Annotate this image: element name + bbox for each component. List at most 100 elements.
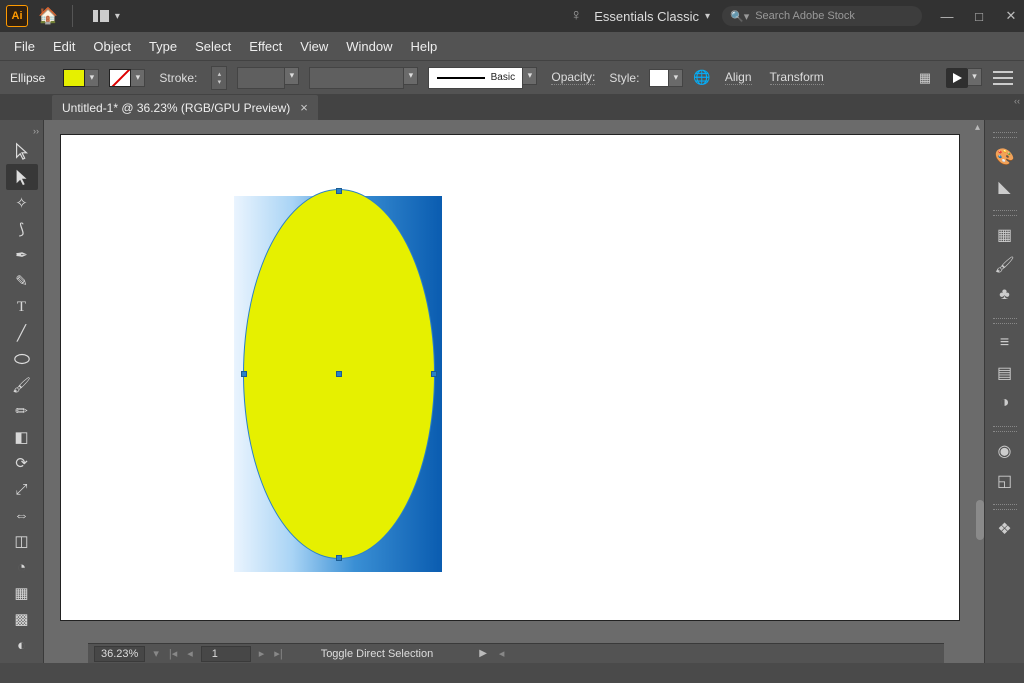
panel-grip[interactable] bbox=[993, 210, 1017, 216]
gradient-tool[interactable]: ◐ bbox=[6, 632, 38, 658]
brush-line-icon bbox=[437, 77, 485, 79]
lasso-tool[interactable]: ⟆ bbox=[6, 216, 38, 242]
brush-definition[interactable]: Basic ▾ bbox=[428, 67, 537, 89]
align-link[interactable]: Align bbox=[725, 70, 752, 85]
menu-edit[interactable]: Edit bbox=[53, 39, 75, 54]
arrange-documents-button[interactable]: ▾ bbox=[87, 8, 126, 24]
menu-window[interactable]: Window bbox=[346, 39, 392, 54]
paintbrush-tool[interactable]: 🖌 bbox=[6, 372, 38, 398]
pen-tool[interactable]: ✒ bbox=[6, 242, 38, 268]
menu-select[interactable]: Select bbox=[195, 39, 231, 54]
document-tab-bar: Untitled-1* @ 36.23% (RGB/GPU Preview) × bbox=[0, 94, 1024, 120]
menu-view[interactable]: View bbox=[300, 39, 328, 54]
chevron-down-icon: ▾ bbox=[131, 69, 145, 87]
anchor-center[interactable] bbox=[336, 371, 342, 377]
swatches-panel-icon[interactable]: ▦ bbox=[991, 222, 1019, 248]
panel-grip[interactable] bbox=[993, 132, 1017, 138]
type-tool[interactable]: T bbox=[6, 294, 38, 320]
document-tab[interactable]: Untitled-1* @ 36.23% (RGB/GPU Preview) × bbox=[52, 95, 318, 120]
app-titlebar: Ai 🏠 ▾ ♀ Essentials Classic ▾ 🔍▾ Search … bbox=[0, 0, 1024, 32]
rectangle-tool[interactable] bbox=[6, 346, 38, 372]
menu-object[interactable]: Object bbox=[93, 39, 131, 54]
window-close-button[interactable]: ✕ bbox=[1004, 9, 1018, 23]
fill-color-control[interactable]: ▾ bbox=[63, 69, 99, 87]
magic-wand-tool[interactable]: ✧ bbox=[6, 190, 38, 216]
anchor-right[interactable] bbox=[431, 371, 437, 377]
anchor-left[interactable] bbox=[241, 371, 247, 377]
eraser-tool[interactable]: ◧ bbox=[6, 424, 38, 450]
symbols-panel-icon[interactable]: ♣ bbox=[991, 282, 1019, 308]
graphic-style-control[interactable]: ▾ bbox=[649, 69, 683, 87]
zoom-dropdown-icon[interactable]: ▾ bbox=[151, 647, 161, 660]
panel-grip[interactable] bbox=[993, 318, 1017, 324]
appearance-panel-icon[interactable]: ◉ bbox=[991, 438, 1019, 464]
graphic-styles-panel-icon[interactable]: ◱ bbox=[991, 468, 1019, 494]
app-logo: Ai bbox=[6, 5, 28, 27]
home-icon[interactable]: 🏠 bbox=[38, 6, 58, 26]
transform-link[interactable]: Transform bbox=[770, 70, 824, 85]
vertical-scrollbar-thumb[interactable] bbox=[976, 500, 984, 540]
rotate-tool[interactable]: ⟳ bbox=[6, 450, 38, 476]
direct-selection-tool[interactable] bbox=[6, 164, 38, 190]
recolor-artwork-icon[interactable]: 🌐 bbox=[693, 69, 710, 86]
perspective-grid-tool[interactable]: ▦ bbox=[6, 580, 38, 606]
artboard-last-icon[interactable]: ▸| bbox=[272, 647, 284, 660]
width-tool[interactable]: ⇔ bbox=[6, 502, 38, 528]
artboard-prev-icon[interactable]: ◂ bbox=[185, 647, 195, 660]
color-guide-panel-icon[interactable]: ◣ bbox=[991, 174, 1019, 200]
control-bar: Ellipse ▾ ▾ Stroke: ▴▾ ▾ ▾ Basic ▾ Opaci… bbox=[0, 60, 1024, 94]
brushes-panel-icon[interactable]: 🖌 bbox=[991, 252, 1019, 278]
scroll-up-icon[interactable]: ▴ bbox=[975, 122, 980, 133]
stroke-label: Stroke: bbox=[159, 71, 197, 85]
scale-tool[interactable]: ⤢ bbox=[6, 476, 38, 502]
anchor-bottom[interactable] bbox=[336, 555, 342, 561]
artboard bbox=[60, 134, 960, 621]
variable-width-profile[interactable]: ▾ bbox=[309, 67, 418, 89]
close-tab-icon[interactable]: × bbox=[300, 100, 308, 115]
style-swatch bbox=[649, 69, 669, 87]
artboard-first-icon[interactable]: |◂ bbox=[167, 647, 179, 660]
workspace-switcher[interactable]: Essentials Classic ▾ bbox=[594, 9, 710, 24]
discover-icon[interactable]: ♀ bbox=[570, 7, 582, 25]
stroke-panel-icon[interactable]: ≡ bbox=[991, 330, 1019, 356]
window-maximize-button[interactable]: □ bbox=[972, 9, 986, 23]
menu-help[interactable]: Help bbox=[410, 39, 437, 54]
menu-file[interactable]: File bbox=[14, 39, 35, 54]
stroke-weight-stepper[interactable]: ▴▾ bbox=[211, 66, 227, 90]
zoom-level-field[interactable]: 36.23% bbox=[94, 646, 145, 662]
opacity-link[interactable]: Opacity: bbox=[551, 70, 595, 85]
stroke-color-control[interactable]: ▾ bbox=[109, 69, 145, 87]
toolbox-collapse-icon[interactable]: ›› bbox=[0, 124, 43, 138]
search-placeholder: Search Adobe Stock bbox=[755, 10, 855, 22]
blob-brush-tool[interactable]: ✏ bbox=[6, 398, 38, 424]
gradient-panel-icon[interactable]: ▤ bbox=[991, 360, 1019, 386]
panel-collapse-icon[interactable]: ‹‹ bbox=[1014, 96, 1020, 106]
panel-menu-button[interactable] bbox=[992, 67, 1014, 89]
stroke-weight-field[interactable]: ▾ bbox=[237, 67, 299, 89]
align-to-pixel-grid-icon[interactable]: ▦ bbox=[914, 67, 936, 89]
menu-type[interactable]: Type bbox=[149, 39, 177, 54]
layers-panel-icon[interactable]: ❖ bbox=[991, 516, 1019, 542]
style-label: Style: bbox=[609, 71, 639, 85]
status-hint: Toggle Direct Selection bbox=[321, 648, 434, 660]
menu-effect[interactable]: Effect bbox=[249, 39, 282, 54]
selection-tool[interactable] bbox=[6, 138, 38, 164]
canvas-area[interactable]: ▴ 36.23% ▾ |◂ ◂ 1 ▸ ▸| Toggle Direct Sel… bbox=[44, 120, 984, 663]
artboard-next-icon[interactable]: ▸ bbox=[257, 647, 267, 660]
status-menu-icon[interactable]: ▶ bbox=[479, 648, 487, 659]
hscroll-left-icon[interactable]: ◂ bbox=[497, 647, 507, 660]
free-transform-tool[interactable]: ◫ bbox=[6, 528, 38, 554]
anchor-top[interactable] bbox=[336, 188, 342, 194]
isolate-button[interactable]: ▾ bbox=[946, 68, 982, 88]
panel-grip[interactable] bbox=[993, 504, 1017, 510]
window-minimize-button[interactable]: — bbox=[940, 9, 954, 23]
color-panel-icon[interactable]: 🎨 bbox=[991, 144, 1019, 170]
panel-grip[interactable] bbox=[993, 426, 1017, 432]
transparency-panel-icon[interactable]: ◑ bbox=[991, 390, 1019, 416]
search-stock-input[interactable]: 🔍▾ Search Adobe Stock bbox=[722, 6, 922, 26]
line-segment-tool[interactable]: ╱ bbox=[6, 320, 38, 346]
mesh-tool[interactable]: ▩ bbox=[6, 606, 38, 632]
artboard-number-field[interactable]: 1 bbox=[201, 646, 251, 662]
curvature-tool[interactable]: ✎ bbox=[6, 268, 38, 294]
shape-builder-tool[interactable]: ◔ bbox=[6, 554, 38, 580]
